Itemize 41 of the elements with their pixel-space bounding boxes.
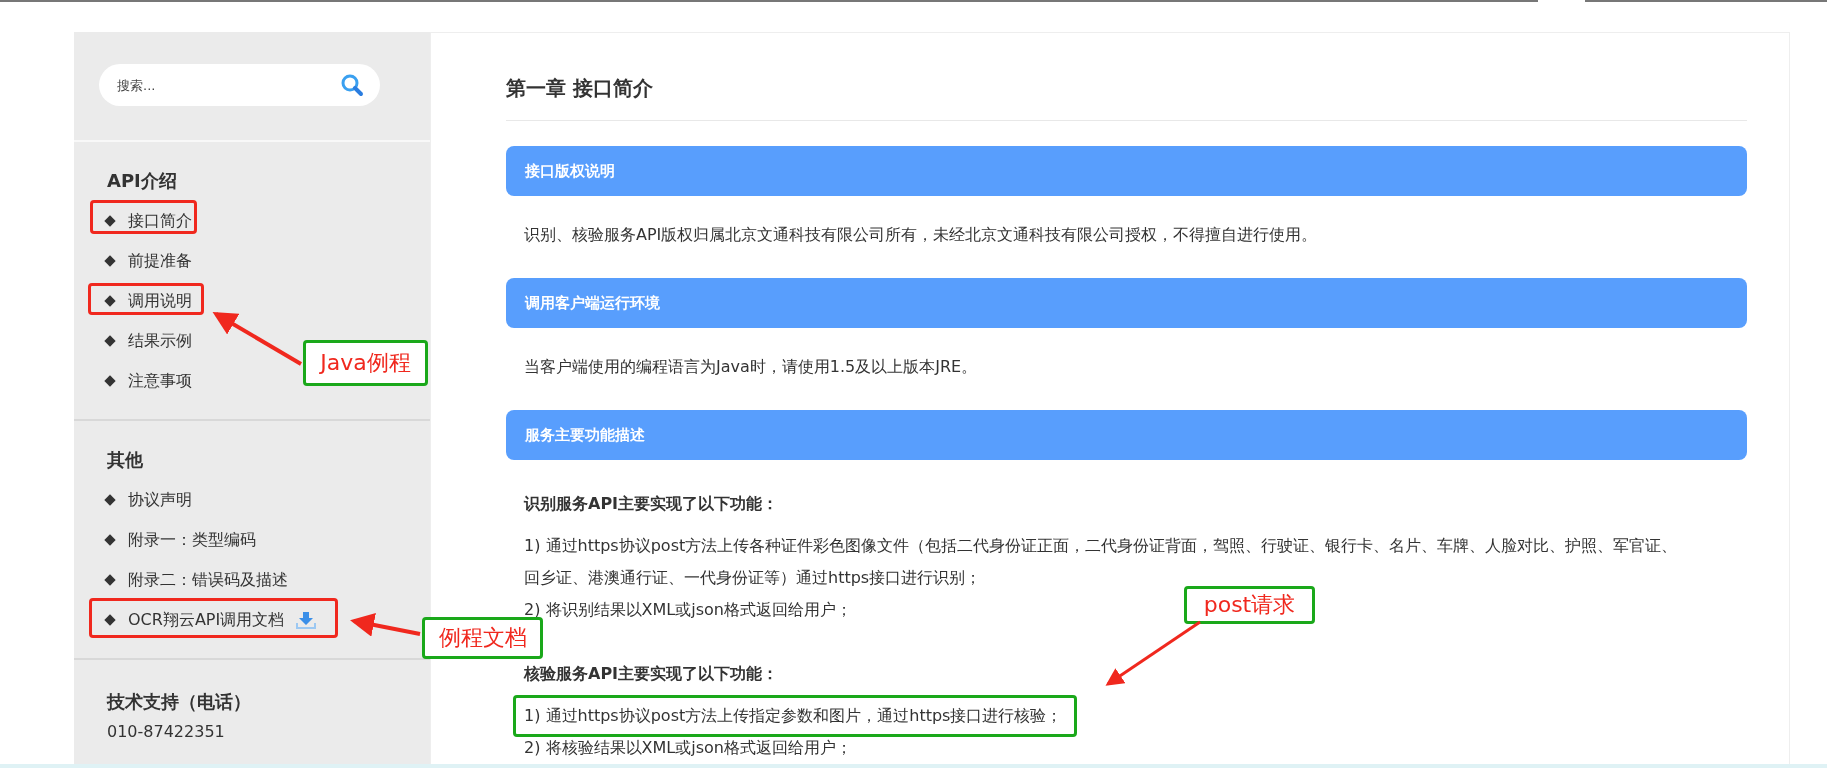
nav-link[interactable]: OCR翔云API调用文档 (128, 609, 285, 631)
nav-link[interactable]: 前提准备 (128, 250, 192, 272)
section-heading: API介绍 (107, 169, 178, 193)
section-heading: 其他 (107, 448, 144, 472)
bullet-icon (104, 534, 116, 546)
section-banner: 调用客户端运行环境 (506, 278, 1747, 328)
nav-link[interactable]: 附录二：错误码及描述 (128, 569, 288, 591)
paragraph: 当客户端使用的编程语言为Java时，请使用1.5及以上版本JRE。 (524, 356, 978, 378)
bullet-icon (104, 255, 116, 267)
callout-label: Java例程 (303, 340, 428, 386)
callout-label: post请求 (1184, 586, 1315, 624)
list-line: 1) 通过https协议post方法上传指定参数和图片，通过https接口进行核验； (524, 705, 1063, 727)
bullet-icon (104, 335, 116, 347)
section-banner: 服务主要功能描述 (506, 410, 1747, 460)
nav-link[interactable]: 接口简介 (128, 210, 192, 232)
download-icon[interactable] (296, 610, 317, 630)
subheading: 核验服务API主要实现了以下功能： (524, 663, 779, 685)
bullet-icon (104, 295, 116, 307)
bullet-icon (104, 375, 116, 387)
nav-link[interactable]: 协议声明 (128, 489, 192, 511)
nav-link[interactable]: 调用说明 (128, 290, 192, 312)
bullet-icon (104, 574, 116, 586)
list-line: 1) 通过https协议post方法上传各种证件彩色图像文件（包括二代身份证正面，二代身份证背面，驾照、行驶证、银行卡、名片、车牌、人脸对比、护照、军官证、回乡证、港澳通行证、一代身份证等）通过https接口进行识别； (524, 535, 1679, 589)
section-heading: 技术支持（电话） (107, 690, 252, 714)
subheading: 识别服务API主要实现了以下功能： (524, 493, 779, 515)
nav-link[interactable]: 注意事项 (128, 370, 192, 392)
bullet-icon (104, 494, 116, 506)
bullet-icon (104, 614, 116, 626)
callout-arrow (350, 613, 421, 637)
section-banner: 接口版权说明 (506, 146, 1747, 196)
page-title: 第一章 接口简介 (506, 75, 654, 101)
search-input[interactable]: 搜索... (117, 64, 340, 106)
list-line: 2) 将核验结果以XML或json格式返回给用户； (524, 737, 852, 759)
paragraph: 识别、核验服务API版权归属北京文通科技有限公司所有，未经北京文通科技有限公司授权，不得擅自进行使用。 (524, 224, 1318, 246)
phone-number: 010-87422351 (107, 722, 226, 741)
search-field[interactable]: 搜索... (99, 64, 380, 106)
nav-link[interactable]: 结果示例 (128, 330, 192, 352)
search-icon[interactable] (340, 73, 364, 97)
bullet-icon (104, 215, 116, 227)
nav-link[interactable]: 附录一：类型编码 (128, 529, 256, 551)
callout-label: 例程文档 (422, 617, 543, 659)
